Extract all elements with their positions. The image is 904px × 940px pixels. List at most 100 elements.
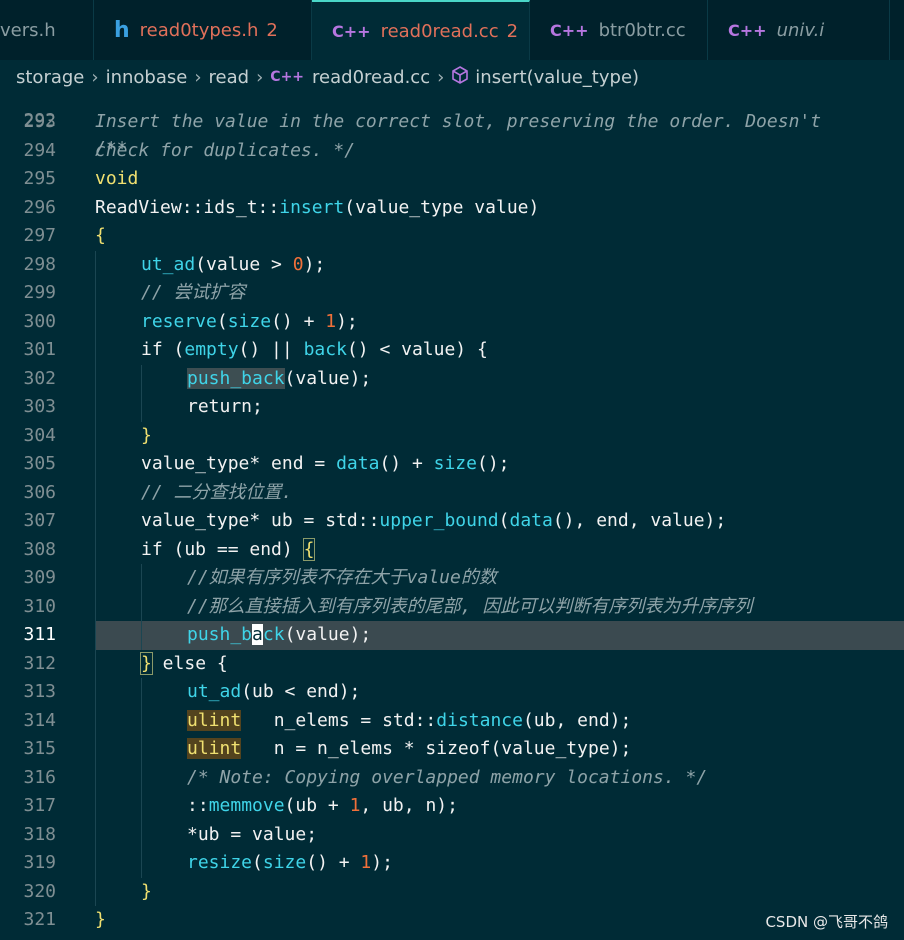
code-token: (	[216, 310, 228, 332]
code-line[interactable]: 318 *ub = value;	[0, 820, 904, 849]
code-text: }	[95, 422, 152, 451]
code-token: distance	[436, 709, 523, 731]
code-text: resize(size() + 1);	[95, 849, 393, 878]
code-token: push_back	[187, 367, 285, 389]
line-number: 304	[23, 424, 56, 446]
code-line[interactable]: 316 /* Note: Copying overlapped memory lo…	[0, 763, 904, 792]
code-line[interactable]: 302 push_back(value);	[0, 364, 904, 394]
code-text: push_back(value);	[95, 621, 371, 650]
code-token: data	[509, 510, 553, 531]
code-token: (value_type);	[490, 738, 632, 759]
code-line[interactable]: 298 ut_ad(value > 0);	[0, 250, 904, 279]
tab-label: read0read.cc	[380, 20, 499, 42]
code-line[interactable]: 320}	[0, 877, 904, 907]
problem-count-badge: 2	[266, 19, 278, 41]
code-text: Insert the value in the correct slot, pr…	[95, 108, 821, 137]
code-line[interactable]: 300 reserve(size() + 1);	[0, 307, 904, 336]
cpp-file-icon: C++	[270, 69, 305, 85]
code-token: 0	[292, 253, 304, 275]
code-line[interactable]: 311 push_back(value);	[23, 621, 904, 650]
code-token: reserve	[141, 310, 217, 332]
breadcrumb: storage › innobase › read › C++ read0rea…	[0, 60, 904, 94]
tab-bar: vers.hhread0types.h2C++read0read.cc2✕C++…	[0, 0, 904, 60]
code-token: // 二分查找位置.	[141, 481, 293, 503]
code-line[interactable]: 306 // 二分查找位置.	[0, 478, 904, 507]
code-line[interactable]: 308 if (ub == end) {	[0, 535, 904, 565]
code-token: (), end, value);	[552, 510, 727, 531]
code-token: 1	[349, 795, 361, 816]
tab-label: btr0btr.cc	[598, 19, 686, 41]
code-line[interactable]: 313 ut_ad(ub < end);	[0, 678, 904, 707]
breadcrumb-item-storage[interactable]: storage	[16, 67, 84, 88]
code-text: }	[95, 878, 152, 907]
breadcrumb-symbol[interactable]: insert(value_type)	[475, 67, 639, 88]
code-token: ulint	[187, 738, 242, 759]
line-number: 314	[23, 709, 56, 731]
code-line[interactable]: 315 ulint n = n_elems * sizeof(value_type…	[0, 735, 904, 764]
code-token: if (ub == end)	[141, 538, 304, 560]
code-line[interactable]: 301 if (empty() || back() < value) {	[0, 336, 904, 365]
code-token: if (	[141, 339, 185, 360]
code-line[interactable]: 293 Insert the value in the correct slot,…	[0, 108, 904, 137]
code-token: (ub +	[284, 795, 350, 816]
code-token: size	[262, 852, 307, 873]
tab-3[interactable]: C++ btr0btr.cc	[530, 0, 708, 60]
tab-4[interactable]: C++ univ.i	[708, 0, 890, 60]
code-token: empty	[184, 339, 239, 360]
code-text: //如果有序列表不存在大于value的数	[95, 564, 497, 593]
line-number: 305	[23, 453, 56, 474]
code-token: // 尝试扩容	[141, 282, 246, 303]
code-line[interactable]: 309 //如果有序列表不存在大于value的数	[0, 564, 904, 593]
code-line[interactable]: 296 ReadView::ids_t::insert(value_type va…	[0, 194, 904, 223]
line-number: 316	[23, 766, 56, 788]
code-text: return;	[95, 393, 263, 422]
code-line[interactable]: 294 check for duplicates. */	[0, 137, 904, 166]
code-token: return;	[187, 396, 263, 417]
code-text: push_back(value);	[95, 365, 371, 394]
code-text: } else {	[95, 650, 228, 679]
method-cube-icon	[451, 65, 469, 89]
code-text: if (ub == end) {	[95, 536, 316, 565]
code-line[interactable]: 310 //那么直接插入到有序列表的尾部, 因此可以判断有序列表为升序序列	[0, 592, 904, 621]
code-line[interactable]: 295 void	[0, 165, 904, 194]
code-token: *ub = value;	[187, 823, 318, 845]
line-number: 296	[23, 196, 56, 218]
breadcrumb-file[interactable]: read0read.cc	[312, 67, 430, 88]
line-number: 299	[23, 282, 56, 303]
tab-label: read0types.h	[139, 19, 259, 41]
code-line[interactable]: 305 value_type* end = data() + size();	[0, 450, 904, 479]
code-token: resize	[187, 852, 253, 873]
line-number: 300	[23, 310, 56, 332]
code-line[interactable]: 319 resize(size() + 1);	[0, 849, 904, 878]
code-line[interactable]: 304}	[0, 421, 904, 451]
breadcrumb-item-read[interactable]: read	[209, 67, 250, 88]
code-token: size	[433, 453, 477, 474]
cpp-file-icon: C++	[550, 20, 589, 40]
code-text: if (empty() || back() < value) {	[95, 336, 488, 365]
code-line[interactable]: 312} else {	[0, 649, 904, 679]
code-editor[interactable]: 292 /** 293 Insert the value in the corre…	[0, 94, 904, 940]
code-token: 1	[325, 310, 337, 332]
code-token: (ub < end);	[241, 681, 361, 702]
code-token: ();	[476, 453, 510, 474]
code-line[interactable]: 303 return;	[0, 393, 904, 422]
code-token: value_type* ub = std::	[141, 510, 380, 531]
tab-0[interactable]: vers.h	[0, 0, 94, 60]
code-token: //那么直接插入到有序列表的尾部, 因此可以判断有序列表为升序序列	[187, 595, 753, 617]
line-number: 320	[23, 880, 56, 902]
tab-2[interactable]: C++read0read.cc2✕	[312, 0, 530, 60]
tab-1[interactable]: h read0types.h 2	[94, 0, 312, 60]
code-line[interactable]: 307 value_type* ub = std::upper_bound(dat…	[0, 507, 904, 536]
code-token: }	[141, 880, 152, 902]
code-line[interactable]: 317::memmove(ub + 1, ub, n);	[0, 792, 904, 821]
tab-label: vers.h	[0, 19, 56, 41]
breadcrumb-item-innobase[interactable]: innobase	[106, 67, 188, 88]
chevron-right-icon: ›	[91, 66, 99, 88]
code-line[interactable]: 314 ulint n_elems = std::distance(ub, end…	[0, 706, 904, 735]
code-text: {	[95, 222, 106, 251]
code-line[interactable]: 297 {	[0, 222, 904, 251]
code-token: data	[336, 453, 380, 474]
code-token: ck	[262, 624, 285, 645]
line-number: 318	[23, 823, 56, 845]
code-line[interactable]: 299 // 尝试扩容	[0, 279, 904, 308]
